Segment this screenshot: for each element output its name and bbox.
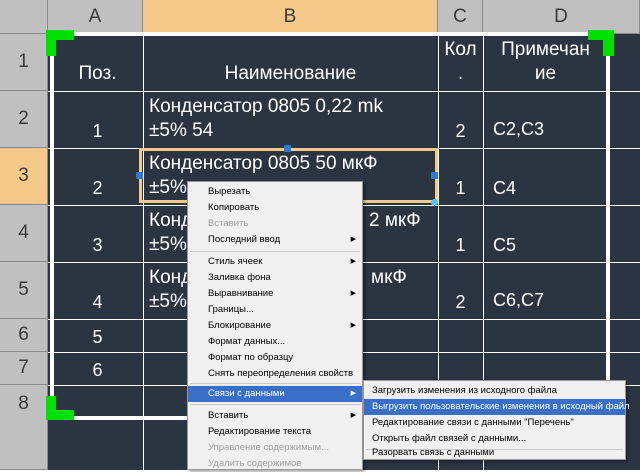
menu-item-last-input[interactable]: Последний ввод ▶	[188, 232, 362, 248]
pos-cell[interactable]: 6	[52, 358, 143, 382]
pos-cell[interactable]: 4	[52, 290, 143, 314]
submenu-arrow-icon: ▶	[350, 290, 356, 297]
grip-top-right-v	[603, 30, 614, 56]
submenu-item-load-changes[interactable]: Загрузить изменения из исходного файла	[364, 383, 625, 399]
menu-item-cut[interactable]: Вырезать	[188, 184, 362, 200]
grid-line	[48, 148, 640, 149]
row-header-2[interactable]: 2	[0, 91, 48, 148]
submenu-arrow-icon: ▶	[350, 322, 356, 329]
name-cell-line1[interactable]: Конденсатор 0805 50 мкФ	[149, 152, 378, 176]
qty-cell[interactable]: 2	[438, 290, 483, 314]
submenu-item-break-link[interactable]: Разорвать связь с данными	[364, 445, 625, 461]
menu-item-background-fill[interactable]: Заливка фона	[188, 270, 362, 286]
name-cell-line1[interactable]: Конденсатор 0805 0,22 mk	[149, 95, 383, 119]
menu-item-paste[interactable]: Вставить	[188, 216, 362, 232]
name-cell-line1[interactable]: Конд	[149, 266, 192, 290]
row-header-5[interactable]: 5	[0, 262, 48, 319]
menu-item-edit-text[interactable]: Редактирование текста	[188, 424, 362, 440]
grid-line	[143, 34, 144, 470]
menu-separator	[190, 404, 360, 405]
menu-item-alignment[interactable]: Выравнивание ▶	[188, 286, 362, 302]
cell-handle-corner[interactable]	[431, 199, 438, 206]
header-note-cell-line2: ие	[534, 63, 557, 84]
row-header-8[interactable]: 8	[0, 385, 48, 470]
name-cell-line2: ±5% 54	[149, 120, 214, 141]
menu-separator	[190, 251, 360, 252]
menu-separator	[190, 383, 360, 384]
note-cell[interactable]: C4	[493, 176, 516, 200]
header-pos-cell[interactable]: Поз.	[52, 62, 143, 86]
row-header-4[interactable]: 4	[0, 205, 48, 262]
pos-cell[interactable]: 3	[52, 233, 143, 257]
pos-cell[interactable]: 2	[52, 176, 143, 200]
column-header-d[interactable]: D	[483, 0, 640, 34]
name-cell-line1[interactable]: Конд	[149, 209, 192, 233]
grip-top-left-v	[46, 30, 56, 56]
menu-item-insert[interactable]: Вставить ▶	[188, 408, 362, 424]
submenu-arrow-icon: ▶	[350, 390, 356, 397]
column-header-c[interactable]: C	[438, 0, 483, 34]
context-menu: Вырезать Копировать Вставить Последний в…	[187, 181, 363, 470]
submenu-arrow-icon: ▶	[350, 258, 356, 265]
pos-cell[interactable]: 1	[52, 119, 143, 143]
menu-item-borders[interactable]: Границы...	[188, 302, 362, 318]
cell-handle-right[interactable]	[431, 172, 438, 179]
menu-item-cell-style[interactable]: Стиль ячеек ▶	[188, 254, 362, 270]
cell-handle-top[interactable]	[284, 145, 291, 152]
menu-item-locking[interactable]: Блокирование ▶	[188, 318, 362, 334]
submenu-arrow-icon: ▶	[350, 236, 356, 243]
submenu-arrow-icon: ▶	[350, 412, 356, 419]
qty-cell[interactable]: 1	[438, 233, 483, 257]
submenu-item-upload-changes[interactable]: Выгрузить пользовательские изменения в и…	[364, 399, 630, 415]
name-cell-line2: ±5%	[149, 234, 187, 255]
grip-bottom-left-v	[46, 396, 56, 420]
header-note-cell-line1[interactable]: Примечан	[483, 38, 608, 62]
name-cell-line1-end: 2 мкФ	[369, 210, 421, 231]
column-header-a[interactable]: A	[48, 0, 143, 34]
cell-handle-left[interactable]	[136, 172, 143, 179]
corner-header[interactable]	[0, 0, 48, 34]
row-header-1[interactable]: 1	[0, 34, 48, 91]
menu-item-data-links[interactable]: Связи с данными ▶	[188, 386, 362, 402]
qty-cell[interactable]: 2	[438, 119, 483, 143]
note-cell[interactable]: C2,C3	[493, 117, 544, 141]
row-header-3[interactable]: 3	[0, 148, 48, 205]
header-qty-cell-line1[interactable]: Кол	[438, 38, 483, 62]
note-cell[interactable]: C6,C7	[493, 288, 544, 312]
menu-item-match-format[interactable]: Формат по образцу	[188, 350, 362, 366]
column-header-b[interactable]: B	[143, 0, 438, 34]
menu-item-data-format[interactable]: Формат данных...	[188, 334, 362, 350]
grid-line	[48, 91, 640, 92]
name-cell-line2: ±5%	[149, 291, 187, 312]
row-header-6[interactable]: 6	[0, 319, 48, 352]
submenu-item-edit-link[interactable]: Редактирование связи с данными "Перечень…	[364, 415, 625, 431]
data-links-submenu: Загрузить изменения из исходного файла В…	[363, 380, 630, 461]
note-cell[interactable]: C5	[493, 233, 516, 257]
header-qty-cell-line2: .	[457, 63, 464, 84]
menu-item-remove-overrides[interactable]: Снять переопределения свойств	[188, 366, 362, 382]
menu-item-manage-content[interactable]: Управление содержимым...	[188, 440, 362, 456]
pos-cell[interactable]: 5	[52, 325, 143, 349]
header-name-cell[interactable]: Наименование	[143, 62, 438, 86]
menu-item-copy[interactable]: Копировать	[188, 200, 362, 216]
name-cell-line2: ±5%	[149, 177, 187, 198]
qty-cell[interactable]: 1	[438, 176, 483, 200]
row-header-7[interactable]: 7	[0, 352, 48, 385]
name-cell-line1-end: мкФ	[371, 267, 407, 288]
